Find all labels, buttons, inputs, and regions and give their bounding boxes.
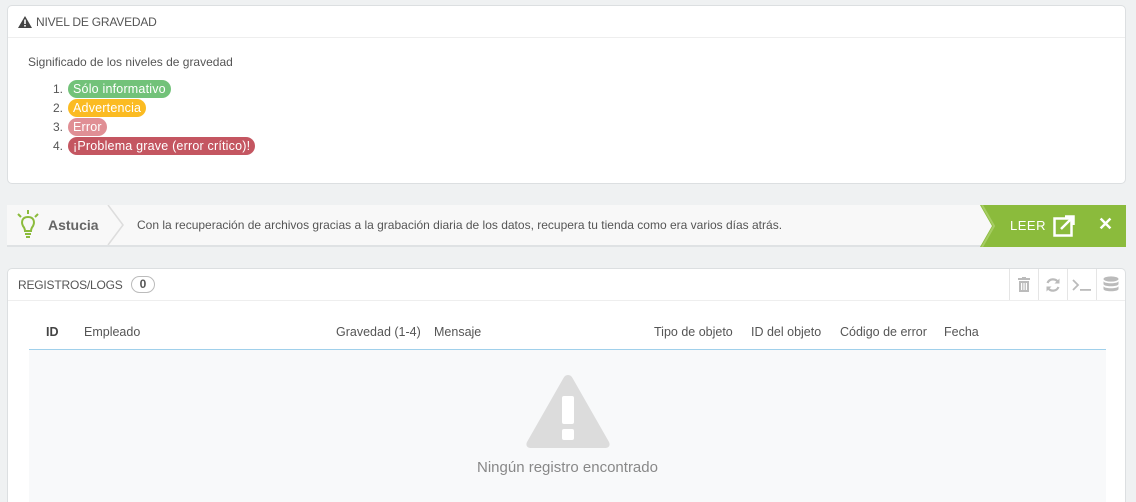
tip-title: Astucia: [48, 217, 99, 233]
external-link-icon[interactable]: [1053, 215, 1075, 237]
severity-panel-heading: NIVEL DE GRAVEDAD: [8, 6, 1125, 38]
severity-title: NIVEL DE GRAVEDAD: [36, 14, 157, 29]
col-severity[interactable]: Gravedad (1-4): [336, 325, 421, 339]
close-tip-button[interactable]: ✕: [1098, 214, 1113, 235]
terminal-icon: [1072, 278, 1091, 291]
severity-number: 4.: [53, 138, 64, 153]
trash-icon: [1018, 277, 1030, 292]
severity-item: 4. ¡Problema grave (error crítico)!: [53, 136, 256, 155]
logs-toolbar: [1009, 269, 1125, 300]
tip-label: Astucia: [7, 205, 117, 245]
col-error-code[interactable]: Código de error: [840, 325, 927, 339]
read-button-label[interactable]: LEER: [1010, 218, 1046, 233]
col-employee[interactable]: Empleado: [84, 325, 140, 339]
severity-description: Significado de los niveles de gravedad: [28, 55, 233, 69]
col-message[interactable]: Mensaje: [434, 325, 481, 339]
severity-number: 2.: [53, 100, 64, 115]
col-date[interactable]: Fecha: [944, 325, 979, 339]
logs-table-header: ID Empleado Gravedad (1-4) Mensaje Tipo …: [29, 312, 1106, 350]
severity-badge-critical: ¡Problema grave (error crítico)!: [68, 136, 256, 155]
sql-button[interactable]: [1067, 269, 1096, 300]
severity-badge-warning: Advertencia: [68, 98, 147, 117]
chevron-divider: [107, 205, 124, 245]
severity-list: 1. Sólo informativo 2. Advertencia 3. Error…: [53, 79, 256, 155]
severity-item: 1. Sólo informativo: [53, 79, 255, 98]
severity-item: 3. Error: [53, 117, 255, 136]
severity-number: 1.: [53, 81, 64, 96]
severity-panel: NIVEL DE GRAVEDAD Significado de los niv…: [7, 5, 1126, 184]
col-object-id[interactable]: ID del objeto: [751, 325, 821, 339]
warning-icon: [18, 15, 32, 28]
export-button[interactable]: [1096, 269, 1125, 300]
empty-message: Ningún registro encontrado: [477, 459, 658, 476]
refresh-button[interactable]: [1038, 269, 1067, 300]
tip-text: Con la recuperación de archivos gracias …: [137, 218, 783, 232]
logs-count-badge: 0: [130, 276, 156, 293]
delete-button[interactable]: [1009, 269, 1038, 300]
severity-number: 3.: [53, 119, 64, 134]
severity-badge-error: Error: [68, 117, 107, 136]
warning-icon: [526, 375, 610, 448]
logs-empty-state: Ningún registro encontrado: [29, 350, 1106, 502]
lightbulb-icon: [17, 210, 39, 238]
severity-item: 2. Advertencia: [53, 98, 255, 117]
col-object-type[interactable]: Tipo de objeto: [654, 325, 733, 339]
tip-bar: Astucia Con la recuperación de archivos …: [7, 205, 1126, 247]
database-icon: [1103, 275, 1119, 291]
logs-title: REGISTROS/LOGS: [18, 277, 123, 292]
logs-panel: REGISTROS/LOGS 0 ID Empleado Gravedad (1…: [7, 268, 1126, 502]
logs-panel-heading: REGISTROS/LOGS 0: [8, 269, 1125, 301]
severity-badge-info: Sólo informativo: [68, 79, 171, 98]
col-id[interactable]: ID: [46, 325, 59, 339]
refresh-icon: [1046, 277, 1060, 292]
